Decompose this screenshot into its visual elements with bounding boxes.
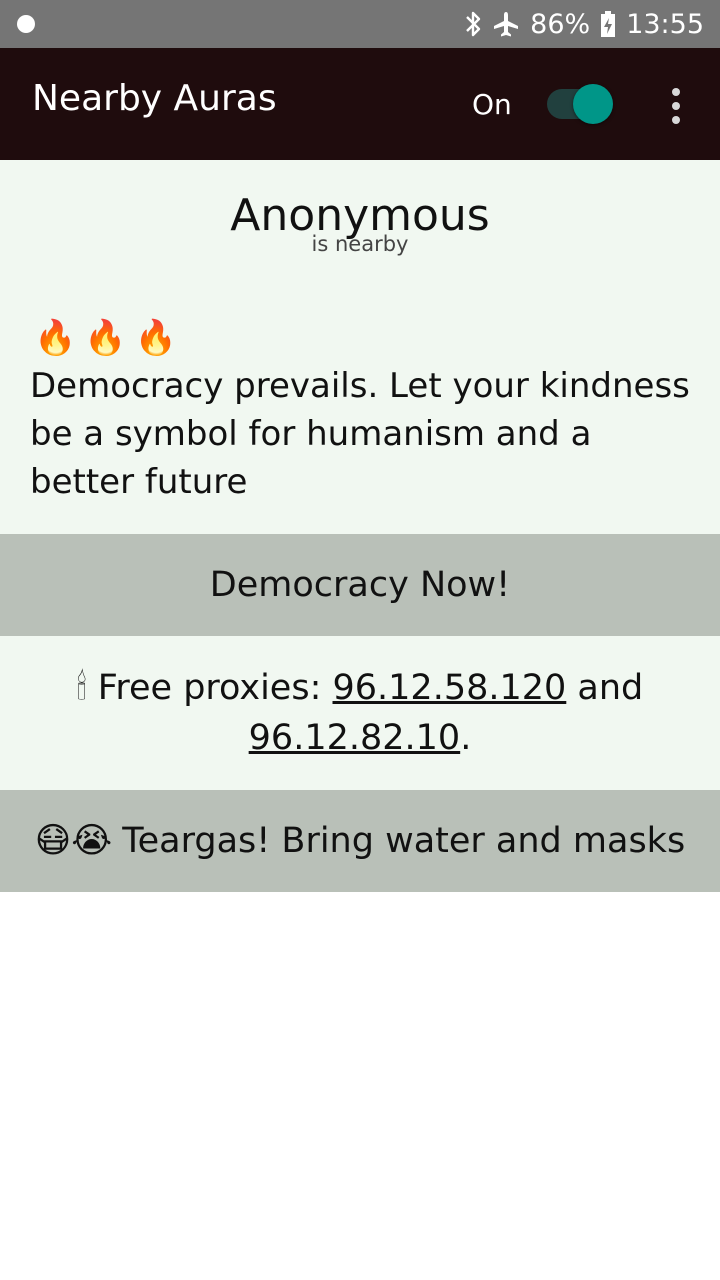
more-vert-icon[interactable] — [664, 86, 688, 126]
list-item-text: Democracy Now! — [209, 565, 511, 605]
aura-card[interactable]: Anonymous is nearby 🔥🔥🔥 Democracy prevai… — [0, 160, 720, 534]
airplane-icon — [494, 12, 519, 37]
status-icons: 86% 13:55 — [464, 0, 704, 48]
author-subtitle: is nearby — [311, 232, 409, 256]
list-item[interactable]: 😷😭 Teargas! Bring water and masks — [0, 790, 720, 892]
proxy-suffix: . — [460, 718, 472, 758]
proxy-link-1[interactable]: 96.12.58.120 — [333, 668, 567, 708]
clock: 13:55 — [626, 8, 704, 40]
empty-area — [0, 892, 720, 1280]
candle-icon: 🕯 — [76, 668, 87, 708]
proxy-link-2[interactable]: 96.12.82.10 — [249, 718, 461, 758]
status-bar: 86% 13:55 — [0, 0, 720, 48]
battery-charging-icon — [601, 11, 616, 37]
proxy-text: 🕯 Free proxies: 96.12.58.120 and 96.12.8… — [60, 663, 660, 763]
notification-dot-icon — [17, 15, 35, 33]
list-item-text: Teargas! Bring water and masks — [122, 821, 686, 861]
toggle-thumb — [573, 84, 613, 124]
switch-label: On — [472, 88, 512, 121]
aura-message: Democracy prevails. Let your kindness be… — [30, 366, 690, 502]
mask-crying-icon: 😷😭 — [34, 821, 113, 861]
bluetooth-icon — [466, 11, 481, 37]
broadcast-toggle[interactable] — [547, 84, 613, 124]
proxy-prefix: Free proxies: — [97, 668, 333, 708]
app-title: Nearby Auras — [32, 78, 277, 119]
list-item[interactable]: 🕯 Free proxies: 96.12.58.120 and 96.12.8… — [0, 636, 720, 790]
list-item[interactable]: Democracy Now! — [0, 534, 720, 636]
fire-emoji: 🔥🔥🔥 — [34, 318, 186, 358]
app-bar: Nearby Auras On — [0, 48, 720, 160]
proxy-middle: and — [566, 668, 644, 708]
battery-percent: 86% — [530, 8, 591, 40]
